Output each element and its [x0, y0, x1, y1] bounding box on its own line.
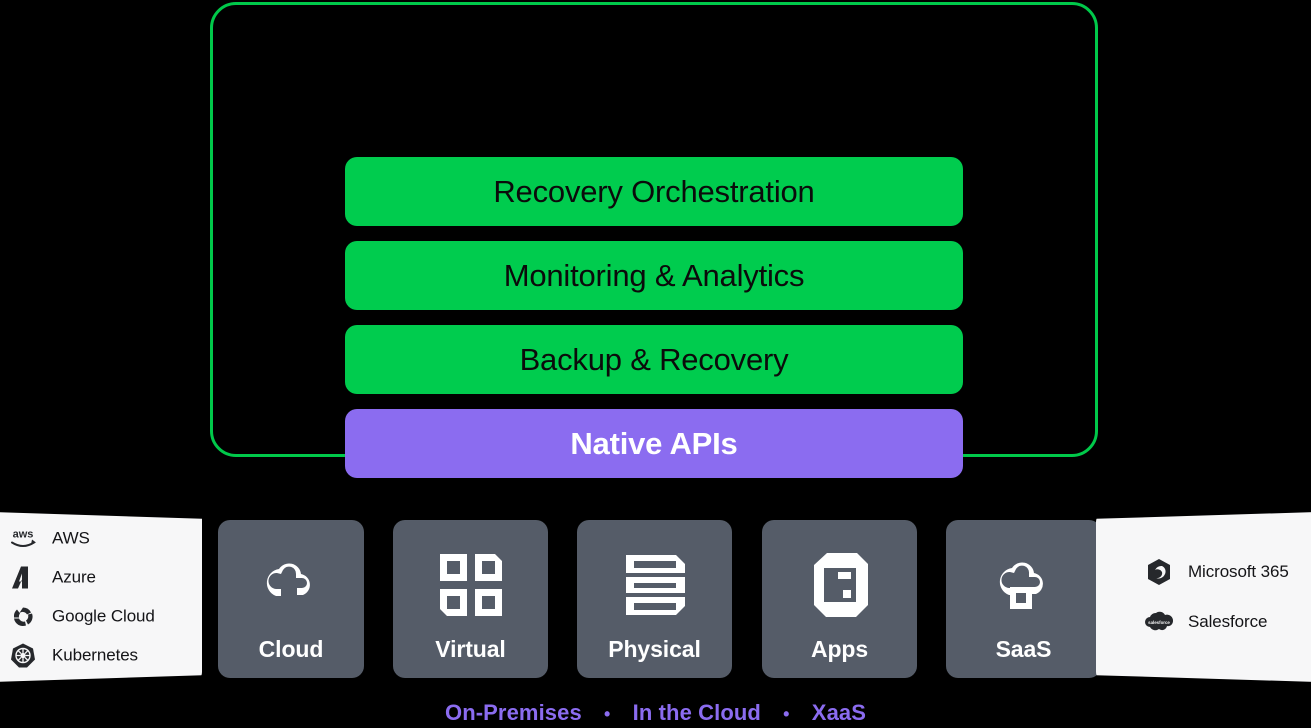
vendor-label: Azure — [52, 567, 96, 587]
left-vendor-list: aws AWS Azure Google Cloud Kubernetes — [8, 525, 155, 670]
workload-label: Apps — [810, 636, 869, 662]
workload-label: Physical — [608, 636, 701, 662]
vendor-label: AWS — [52, 528, 90, 548]
workload-label: Virtual — [435, 636, 506, 662]
cloud-icon — [254, 548, 328, 622]
svg-text:aws: aws — [13, 529, 34, 541]
vendor-label: Google Cloud — [52, 606, 155, 626]
left-vendor-panel: aws AWS Azure Google Cloud Kubernetes — [0, 512, 202, 682]
vendor-label: Microsoft 365 — [1188, 562, 1289, 581]
capability-label: Native APIs — [570, 426, 738, 461]
salesforce-logo-icon: salesforce — [1144, 608, 1174, 636]
vendor-item-salesforce[interactable]: salesforce Salesforce — [1144, 608, 1289, 636]
workload-card-physical[interactable]: Physical — [577, 520, 732, 678]
workload-label: Cloud — [258, 636, 324, 662]
google-cloud-logo-icon — [8, 603, 38, 631]
right-vendor-list: Microsoft 365 salesforce Salesforce — [1144, 558, 1289, 636]
kubernetes-logo-icon — [8, 642, 38, 670]
workload-card-saas[interactable]: SaaS — [946, 520, 1101, 678]
cloud-square-icon — [987, 548, 1061, 622]
workload-card-apps[interactable]: Apps — [762, 520, 917, 678]
tagline-separator: • — [783, 703, 790, 724]
microsoft-365-logo-icon — [1144, 558, 1174, 586]
deployment-mode-in-the-cloud: In the Cloud — [632, 700, 761, 725]
capability-stack: Recovery Orchestration Monitoring & Anal… — [345, 157, 963, 493]
vendor-item-kubernetes[interactable]: Kubernetes — [8, 642, 155, 670]
right-vendor-panel: Microsoft 365 salesforce Salesforce — [1096, 512, 1311, 682]
aws-logo-icon: aws — [8, 525, 38, 553]
svg-text:salesforce: salesforce — [1148, 620, 1170, 625]
deployment-mode-on-premises: On-Premises — [444, 700, 582, 725]
capability-bar-monitoring-analytics[interactable]: Monitoring & Analytics — [345, 241, 963, 310]
workload-card-cloud[interactable]: Cloud — [218, 520, 364, 678]
vendor-item-google-cloud[interactable]: Google Cloud — [8, 603, 155, 631]
vendor-item-azure[interactable]: Azure — [8, 564, 155, 592]
capability-bar-native-apis[interactable]: Native APIs — [345, 409, 963, 478]
workload-label: SaaS — [995, 636, 1052, 662]
vendor-item-aws[interactable]: aws AWS — [8, 525, 155, 553]
capability-bar-recovery-orchestration[interactable]: Recovery Orchestration — [345, 157, 963, 226]
vendor-label: Kubernetes — [52, 645, 138, 665]
vendor-label: Salesforce — [1188, 612, 1268, 631]
app-document-icon — [803, 548, 877, 622]
azure-logo-icon — [8, 564, 38, 592]
capability-label: Backup & Recovery — [519, 342, 789, 377]
workload-card-virtual[interactable]: Virtual — [393, 520, 548, 678]
vendor-item-microsoft-365[interactable]: Microsoft 365 — [1144, 558, 1289, 586]
grid-squares-icon — [434, 548, 508, 622]
deployment-mode-xaas: XaaS — [811, 700, 867, 725]
server-stack-icon — [618, 548, 692, 622]
capability-label: Monitoring & Analytics — [503, 258, 805, 293]
tagline-separator: • — [604, 703, 611, 724]
capability-label: Recovery Orchestration — [493, 174, 815, 209]
deployment-modes-tagline: On-Premises • In the Cloud • XaaS — [0, 700, 1311, 726]
capability-bar-backup-recovery[interactable]: Backup & Recovery — [345, 325, 963, 394]
